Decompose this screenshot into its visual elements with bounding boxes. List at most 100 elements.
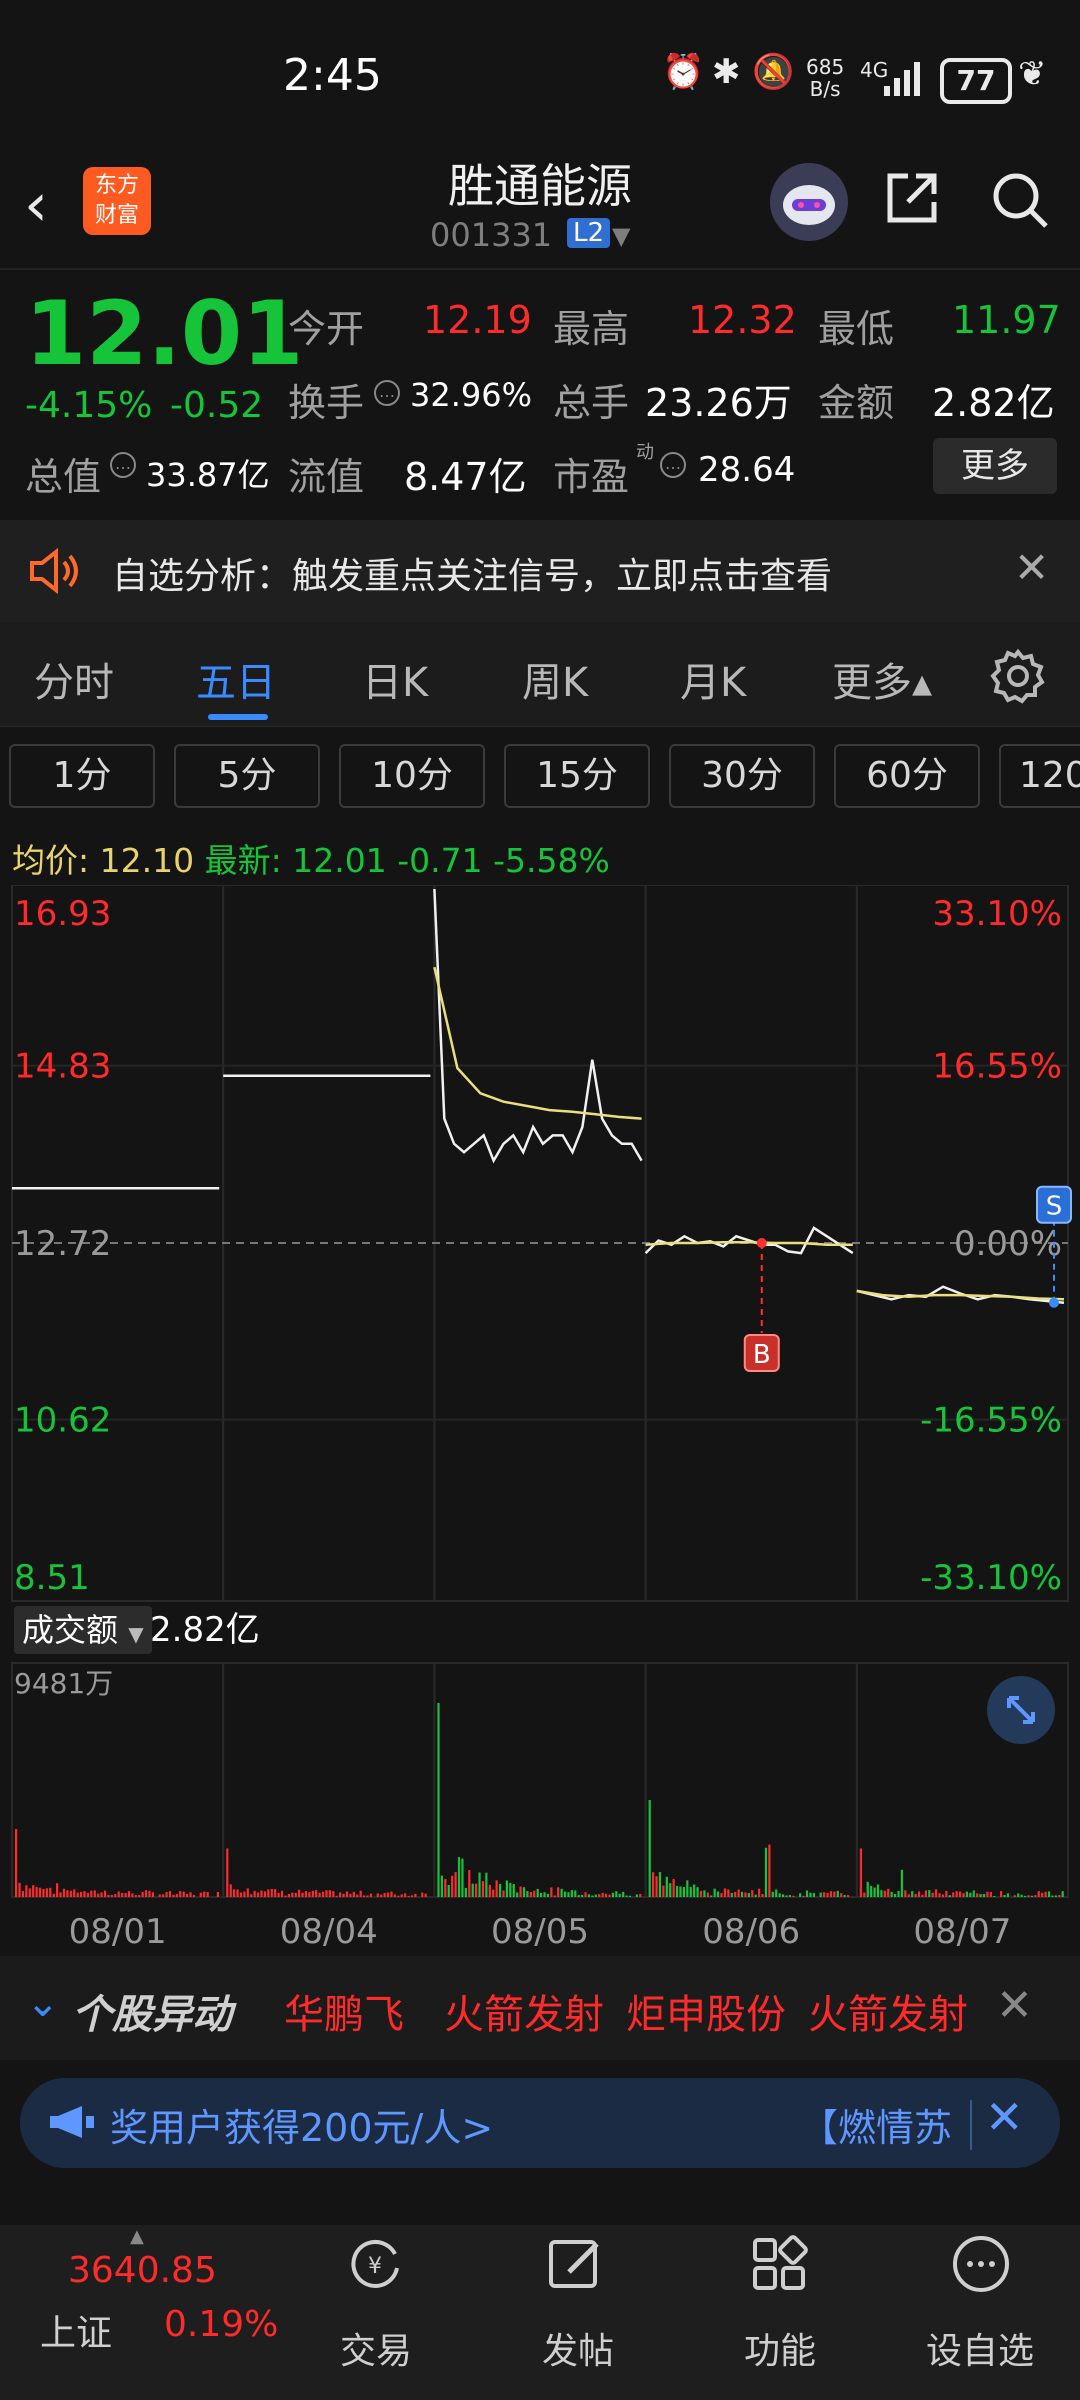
volume-bar — [982, 1893, 986, 1897]
banner-text[interactable]: 自选分析：触发重点关注信号，立即点击查看 — [112, 547, 832, 599]
robot-assistant-icon[interactable] — [770, 163, 848, 241]
level2-badge[interactable]: L2 — [567, 218, 611, 248]
trade-icon[interactable]: ¥ — [343, 2232, 407, 2296]
speaker-icon — [30, 548, 78, 594]
nav-post[interactable]: 发帖 — [542, 2322, 614, 2374]
tab-five-day[interactable]: 五日 — [196, 650, 276, 708]
volume-bar — [1006, 1893, 1010, 1897]
gear-icon[interactable] — [990, 648, 1046, 704]
volume-bar — [505, 1880, 508, 1897]
turnover-label: 换手 — [288, 381, 365, 425]
volume-bar — [45, 1888, 48, 1897]
functions-icon[interactable] — [747, 2232, 811, 2296]
avg-label: 均价: — [12, 841, 90, 880]
volume-bar — [550, 1887, 553, 1897]
volume-bar — [475, 1883, 478, 1897]
net-speed-value: 685 — [806, 55, 845, 79]
float-label: 流值 — [288, 455, 365, 499]
mktcap-value: 33.87亿 — [146, 456, 270, 494]
volume-bar — [529, 1892, 532, 1897]
alert-item[interactable]: 火箭发射 — [444, 1982, 604, 2040]
volume-bar — [1037, 1891, 1040, 1897]
volume-bar — [635, 1894, 638, 1897]
nav-add-watchlist[interactable]: 设自选 — [926, 2322, 1034, 2374]
volume-bar — [461, 1858, 464, 1897]
tab-monthly-k[interactable]: 月K — [680, 650, 746, 708]
volume-bar — [400, 1894, 403, 1897]
volume-bar — [669, 1883, 672, 1897]
period-10min[interactable]: 10分 — [339, 744, 485, 808]
period-15min[interactable]: 15分 — [504, 744, 650, 808]
volume-bar — [740, 1891, 744, 1897]
period-60min[interactable]: 60分 — [834, 744, 980, 808]
chevron-up-icon[interactable]: ▲ — [130, 2226, 144, 2247]
y-axis-pct-tick-label: 16.55% — [932, 1047, 1062, 1087]
volume-bar — [744, 1892, 747, 1897]
volume-bar — [598, 1894, 601, 1897]
alert-item[interactable]: 炬申股份 — [626, 1982, 786, 2040]
info-icon[interactable]: … — [370, 380, 400, 406]
add-watchlist-icon[interactable] — [949, 2232, 1013, 2296]
volume-bar — [859, 1848, 862, 1897]
share-icon[interactable] — [882, 168, 942, 228]
volume-bar — [492, 1889, 495, 1897]
post-icon[interactable] — [545, 2232, 609, 2296]
promo-text[interactable]: 奖用户获得200元/人> — [110, 2097, 493, 2152]
volume-bar — [103, 1890, 107, 1897]
info-icon[interactable]: … — [656, 452, 686, 478]
tab-daily-k[interactable]: 日K — [362, 650, 428, 708]
volume-bar — [1023, 1895, 1027, 1897]
tab-more[interactable]: 更多▴ — [832, 650, 932, 708]
promo-text-secondary[interactable]: 【燃情苏 — [800, 2097, 952, 2152]
nav-trade[interactable]: 交易 — [340, 2322, 412, 2374]
volume-bar — [86, 1892, 90, 1897]
volume-bar — [863, 1892, 866, 1897]
alert-item[interactable]: 华鹏飞 — [284, 1982, 404, 2040]
volume-bar — [840, 1893, 843, 1897]
search-icon[interactable] — [988, 168, 1052, 232]
period-5min[interactable]: 5分 — [174, 744, 320, 808]
open-value: 12.19 — [423, 298, 532, 342]
five-day-chart[interactable]: 16.93 33.10% 14.83 16.55% 12.72 0.00% 10.62 -16… — [0, 885, 1080, 1955]
high-value: 12.32 — [688, 298, 797, 342]
period-30min[interactable]: 30分 — [669, 744, 815, 808]
volume-bar — [648, 1800, 651, 1897]
tab-intraday[interactable]: 分时 — [34, 650, 114, 708]
index-name[interactable]: 上证 — [40, 2304, 112, 2356]
pe-value: 28.64 — [698, 450, 796, 490]
volume-bar — [421, 1892, 424, 1897]
index-value[interactable]: 3640.85 — [68, 2250, 217, 2291]
back-button[interactable]: ‹ — [24, 170, 48, 240]
low-label: 最低 — [818, 307, 895, 351]
close-icon[interactable]: ✕ — [985, 2090, 1024, 2144]
volume-bar — [924, 1890, 927, 1897]
volume-bar — [189, 1892, 192, 1897]
pe-dynamic-label: 动 — [636, 442, 654, 463]
volume-bar — [993, 1895, 996, 1897]
chevron-down-icon[interactable]: ⌄ — [26, 1980, 60, 2026]
volume-bar — [498, 1883, 502, 1897]
volume-bar — [216, 1891, 219, 1897]
x-axis-tick-label: 08/04 — [280, 1912, 378, 1952]
index-percent[interactable]: 0.19% — [164, 2304, 278, 2345]
expand-icon[interactable] — [987, 1676, 1055, 1744]
volume-selector[interactable]: 成交额 ▼ — [14, 1606, 152, 1654]
period-120min[interactable]: 120 — [999, 744, 1080, 808]
period-1min[interactable]: 1分 — [9, 744, 155, 808]
nav-functions[interactable]: 功能 — [744, 2322, 816, 2374]
info-icon[interactable]: … — [106, 452, 136, 478]
svg-text:¥: ¥ — [368, 2254, 382, 2279]
alert-item[interactable]: 火箭发射 — [808, 1982, 968, 2040]
volume-bar — [131, 1893, 134, 1897]
volume-bar — [243, 1891, 246, 1897]
more-button[interactable]: 更多 — [933, 438, 1057, 494]
volume-bar — [349, 1893, 352, 1897]
price-line — [433, 888, 643, 1164]
close-icon[interactable]: ✕ — [1014, 543, 1049, 592]
close-icon[interactable]: ✕ — [996, 1980, 1033, 2031]
volume-bar — [601, 1892, 604, 1897]
chevron-down-icon[interactable]: ▼ — [612, 222, 630, 250]
volume-bar — [304, 1891, 308, 1897]
volume-bar — [792, 1895, 795, 1897]
tab-weekly-k[interactable]: 周K — [522, 650, 588, 708]
